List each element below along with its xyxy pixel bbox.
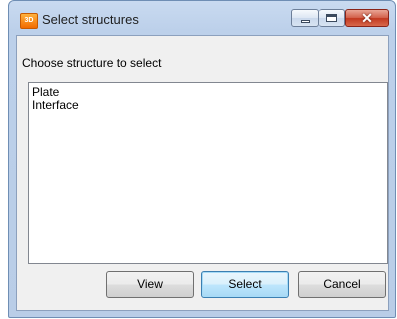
window-title: Select structures: [42, 12, 139, 27]
minimize-button[interactable]: [291, 9, 319, 27]
dialog-body: Choose structure to select Plate Interfa…: [16, 35, 389, 311]
dialog-window: 3D Select structures ✕ Choose structure …: [8, 0, 396, 318]
maximize-button[interactable]: [319, 9, 345, 27]
close-button[interactable]: ✕: [345, 9, 389, 27]
prompt-label: Choose structure to select: [22, 56, 162, 70]
select-button[interactable]: Select: [201, 271, 289, 298]
list-item-plate[interactable]: Plate: [29, 86, 387, 99]
cancel-button[interactable]: Cancel: [298, 271, 386, 298]
maximize-icon: [326, 14, 337, 22]
structures-listbox[interactable]: Plate Interface: [28, 82, 388, 264]
app-logo-icon: 3D: [20, 13, 38, 29]
list-item-interface[interactable]: Interface: [29, 99, 387, 112]
title-bar[interactable]: 3D Select structures ✕: [9, 1, 395, 35]
view-button[interactable]: View: [106, 271, 194, 298]
close-icon: ✕: [361, 10, 373, 26]
minimize-icon: [301, 20, 310, 23]
